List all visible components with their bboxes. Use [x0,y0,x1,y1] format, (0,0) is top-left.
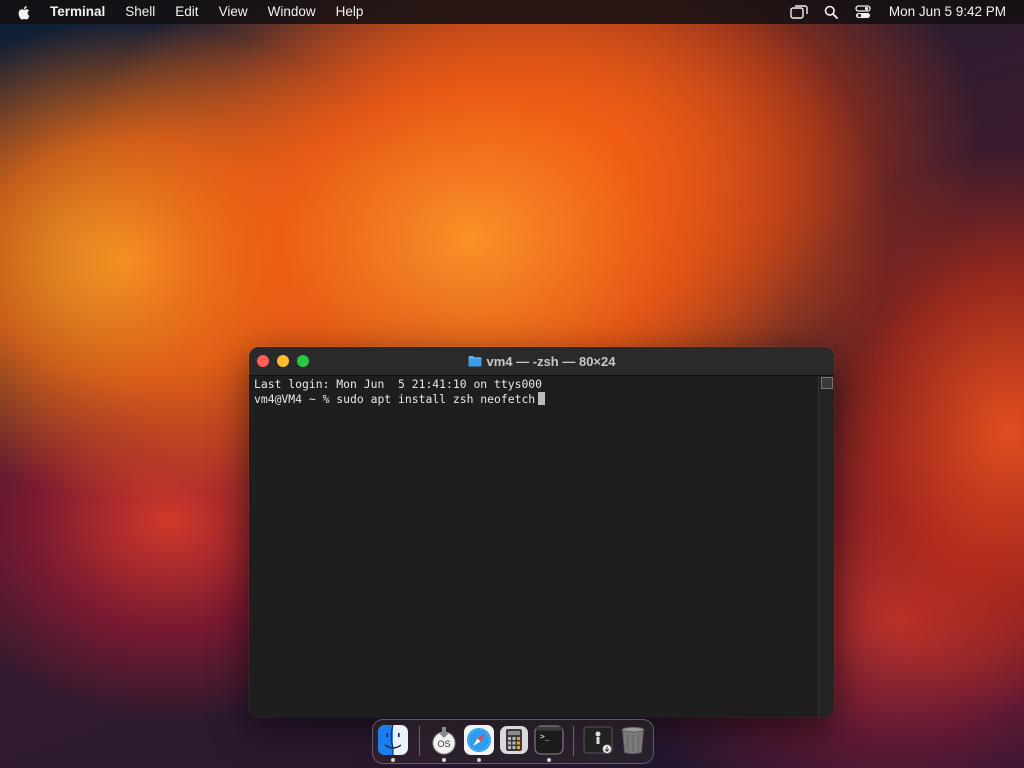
terminal-title-bar[interactable]: vm4 — -zsh — 80×24 [249,347,834,376]
menu-app-terminal[interactable]: Terminal [40,0,115,24]
terminal-window: vm4 — -zsh — 80×24 Last login: Mon Jun 5… [249,347,834,717]
menu-bar-clock[interactable]: Mon Jun 5 9:42 PM [879,0,1024,24]
dock-separator [419,726,420,756]
terminal-cursor [538,391,546,405]
menu-bar: Terminal Shell Edit View Window Help Mon… [0,0,1024,24]
menu-shell[interactable]: Shell [115,0,165,24]
finder-icon [378,724,408,755]
trash-icon [621,727,645,755]
terminal-output[interactable]: Last login: Mon Jun 5 21:41:10 on ttys00… [254,377,816,717]
apple-icon [18,5,30,20]
terminal-prompt-line: vm4@VM4 ~ % sudo apt install zsh neofetc… [254,391,816,407]
dock: OS >_ [372,719,654,764]
terminal-command: vm4@VM4 ~ % sudo apt install zsh neofetc… [254,391,536,406]
calculator-icon [500,726,528,754]
menu-help[interactable]: Help [326,0,374,24]
dock-separator [573,726,574,756]
menu-view[interactable]: View [209,0,258,24]
screen-mirroring-icon[interactable] [788,0,810,24]
dock-running-indicator [442,758,446,762]
window-title-text: vm4 — -zsh — 80×24 [486,353,616,369]
menu-bar-extras: Mon Jun 5 9:42 PM [783,0,1024,24]
dock-item-terminal[interactable]: >_ [534,725,564,755]
folder-icon [468,355,482,367]
installer-os-label: OS [437,739,451,749]
window-title: vm4 — -zsh — 80×24 [249,347,834,375]
dock-item-safari[interactable] [464,725,494,755]
menu-window[interactable]: Window [258,0,326,24]
dock-item-calculator[interactable] [499,725,529,755]
terminal-scrollbar[interactable] [818,376,834,717]
dock-running-indicator [391,758,395,762]
dock-item-trash[interactable] [618,725,648,755]
terminal-icon-prompt: >_ [540,732,550,741]
dock-running-indicator [547,758,551,762]
dock-item-macos-installer[interactable]: OS [429,725,459,755]
control-center-icon[interactable] [852,0,874,24]
dock-item-downloads[interactable] [583,725,613,755]
safari-icon [464,725,494,755]
scrollbar-button[interactable] [821,377,833,389]
dock-running-indicator [477,758,481,762]
downloads-stack-icon [583,726,613,754]
dock-item-finder[interactable] [378,724,408,755]
menu-edit[interactable]: Edit [165,0,208,24]
apple-menu[interactable] [0,5,40,20]
terminal-line: Last login: Mon Jun 5 21:41:10 on ttys00… [254,377,543,391]
search-icon[interactable] [820,0,842,24]
